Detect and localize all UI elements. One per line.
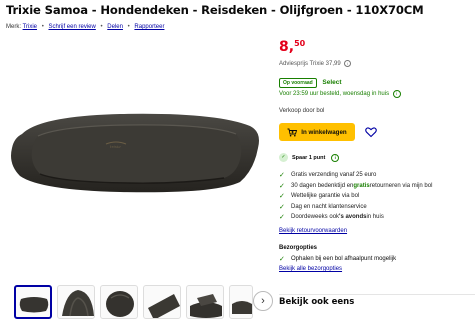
usp-item: ✓ Wettelijke garantie via bol <box>279 193 360 201</box>
separator-dot: • <box>41 24 44 30</box>
check-icon: ✓ <box>279 172 285 180</box>
separator-dot: • <box>100 24 103 30</box>
separator-dot: • <box>127 24 130 30</box>
points-icon: ✓ <box>279 153 288 162</box>
advice-price: Adviesprijs Trixie 37,99 i <box>279 60 352 67</box>
info-icon[interactable]: i <box>392 90 401 98</box>
all-delivery-options-link[interactable]: Bekijk alle bezorgopties <box>279 266 342 272</box>
select-label: Select <box>322 79 342 86</box>
delivery-options-heading: Bezorgopties <box>279 245 318 251</box>
usp-item: ✓ Gratis verzending vanaf 25 euro <box>279 172 377 180</box>
thumbnail-4[interactable] <box>143 285 181 319</box>
thumbnail-1[interactable] <box>14 285 52 319</box>
product-image[interactable]: trixie <box>0 104 268 194</box>
delivery-option-item: ✓ Ophalen bij een bol afhaalpunt mogelij… <box>279 256 397 263</box>
section-divider <box>279 294 475 295</box>
product-meta: Merk: Trixie • Schrijf een review • Dele… <box>6 24 164 30</box>
usp-item: ✓ 30 dagen bedenktijd en gratis retourner… <box>279 182 433 190</box>
check-icon: ✓ <box>279 182 285 190</box>
check-icon: ✓ <box>279 256 285 263</box>
info-icon[interactable]: i <box>344 60 352 67</box>
check-icon: ✓ <box>279 193 285 201</box>
loyalty-points: ✓ Spaar 1 punt i <box>279 153 340 162</box>
cart-icon <box>287 128 298 136</box>
also-look-heading: Bekijk ook eens <box>279 297 355 307</box>
price-integer: 8, <box>279 39 295 55</box>
usp-item: ✓ Dag en nacht klantenservice <box>279 203 367 211</box>
info-icon[interactable]: i <box>331 153 340 162</box>
share-link[interactable]: Delen <box>107 24 123 30</box>
delivery-text: Voor 23:59 uur besteld, woensdag in huis <box>279 91 390 97</box>
chevron-right-icon[interactable]: › <box>253 291 273 311</box>
check-icon: ✓ <box>279 203 285 211</box>
price-fraction: 50 <box>294 39 306 48</box>
check-icon: ✓ <box>279 214 285 222</box>
thumbnail-6[interactable] <box>229 285 253 319</box>
product-title: Trixie Samoa - Hondendeken - Reisdeken -… <box>6 3 424 17</box>
usp-list: ✓ Gratis verzending vanaf 25 euro ✓ 30 dag… <box>279 170 432 223</box>
report-link[interactable]: Rapporteer <box>134 24 164 30</box>
returns-link[interactable]: Bekijk retourvoorwaarden <box>279 228 347 234</box>
svg-text:trixie: trixie <box>110 144 121 149</box>
stock-row: Op voorraad Select <box>279 78 342 88</box>
price: 8,50 <box>279 38 305 56</box>
write-review-link[interactable]: Schrijf een review <box>48 24 95 30</box>
usp-item: ✓ Doordeweeks ook 's avonds in huis <box>279 214 384 222</box>
seller-line: Verkoop door bol <box>279 108 325 114</box>
image-thumbnails: › <box>14 285 274 319</box>
add-to-cart-button[interactable]: In winkelwagen <box>279 123 355 141</box>
thumbnail-3[interactable] <box>100 285 138 319</box>
heart-icon[interactable] <box>365 126 377 138</box>
brand-label: Merk: <box>6 24 21 30</box>
advice-price-text: Adviesprijs Trixie 37,99 <box>279 61 341 67</box>
thumbnail-5[interactable] <box>186 285 224 319</box>
points-text: Spaar 1 punt <box>292 154 326 161</box>
brand-link[interactable]: Trixie <box>23 24 37 30</box>
add-to-cart-label: In winkelwagen <box>301 128 347 136</box>
thumbnail-2[interactable] <box>57 285 95 319</box>
stock-badge: Op voorraad <box>279 78 317 88</box>
delivery-promise: Voor 23:59 uur besteld, woensdag in huis… <box>279 90 401 98</box>
